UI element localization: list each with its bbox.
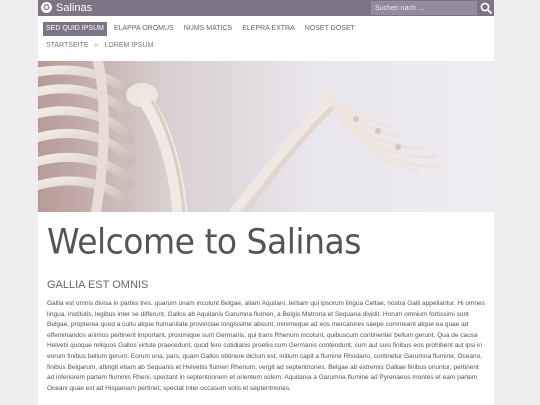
site-title[interactable]: Salinas <box>56 0 92 16</box>
breadcrumb-current: LOREM IPSUM <box>104 42 154 49</box>
page-headline: Welcome to Salinas <box>47 221 361 262</box>
nav-item-noset-doset[interactable]: NOSET DOSET <box>302 22 358 36</box>
nav-item-elappa-oromus[interactable]: ELAPPA OROMUS <box>111 22 177 36</box>
page: ✪ Salinas SED QUID IPSUM ELAPPA OROMUS N… <box>38 0 494 405</box>
section-subheading: GALLIA EST OMNIS <box>47 279 149 291</box>
top-bar: ✪ Salinas <box>38 0 494 16</box>
main-nav: SED QUID IPSUM ELAPPA OROMUS NUMS MATICS… <box>43 22 358 36</box>
search-icon <box>480 2 492 14</box>
nav-item-sed-quid-ipsum[interactable]: SED QUID IPSUM <box>43 22 107 36</box>
skeleton-hero-illustration <box>38 61 494 212</box>
star-logo-icon[interactable]: ✪ <box>41 2 52 13</box>
breadcrumb-home-link[interactable]: STARTSEITE <box>46 42 89 49</box>
nav-item-nums-matics[interactable]: NUMS MATICS <box>181 22 235 36</box>
breadcrumb-separator: » <box>94 42 99 49</box>
search-input[interactable] <box>371 1 477 15</box>
search-button[interactable] <box>479 1 493 15</box>
breadcrumb: STARTSEITE » LOREM IPSUM <box>46 42 153 49</box>
nav-item-elepra-extra[interactable]: ELEPRA EXTRA <box>239 22 298 36</box>
body-paragraph: Gallia est omnis divisa in partes tres, … <box>47 300 485 392</box>
hero-image <box>38 61 494 212</box>
